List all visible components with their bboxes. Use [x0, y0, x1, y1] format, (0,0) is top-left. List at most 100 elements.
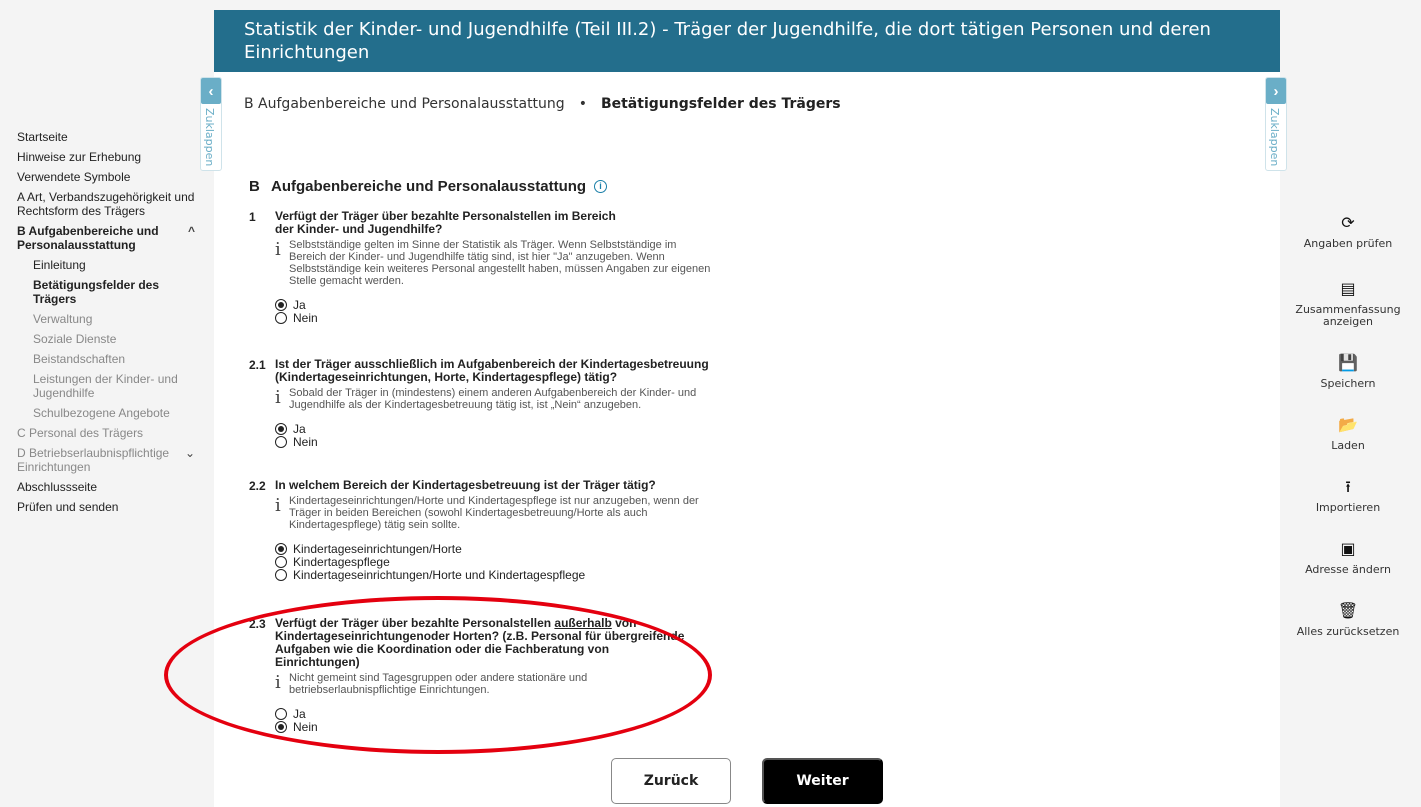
tool-label: Speichern — [1320, 377, 1376, 390]
chevron-right-icon[interactable]: › — [1266, 78, 1286, 104]
tool-label: Laden — [1331, 439, 1365, 452]
check-entries-button[interactable]: ⟳ Angaben prüfen — [1285, 214, 1411, 250]
radio-button[interactable] — [275, 423, 287, 435]
sidebar-nav: Startseite Hinweise zur Erhebung Verwend… — [0, 127, 205, 517]
show-summary-button[interactable]: ▤ Zusammenfassung anzeigen — [1285, 280, 1411, 328]
sidebar-item-einleitung[interactable]: Einleitung — [0, 255, 205, 275]
sidebar-item-section-a[interactable]: A Art, Verbandszugehörigkeit und Rechtsf… — [0, 187, 205, 221]
question-number: 1 — [249, 210, 256, 224]
tool-label: Alles zurücksetzen — [1296, 625, 1400, 638]
radio-button[interactable] — [275, 312, 287, 324]
hint-text: Selbstständige gelten im Sinne der Stati… — [289, 239, 711, 287]
chevron-left-icon[interactable]: ‹ — [201, 78, 221, 104]
breadcrumb-separator: • — [578, 96, 587, 112]
folder-icon: 📂 — [1338, 415, 1358, 434]
radio-option-beides[interactable]: Kindertageseinrichtungen/Horte und Kinde… — [275, 568, 755, 582]
form: B Aufgabenbereiche und Personalausstattu… — [249, 178, 769, 734]
radio-group: Ja Nein — [275, 422, 735, 449]
chevron-down-icon[interactable]: ⌄ — [185, 446, 195, 460]
question-number: 2.2 — [249, 479, 266, 493]
tool-label: Zusammenfassung anzeigen — [1295, 303, 1401, 328]
question-hint: i Sobald der Träger in (mindestens) eine… — [275, 387, 715, 411]
sidebar-item-hinweise[interactable]: Hinweise zur Erhebung — [0, 147, 205, 167]
radio-option-ja[interactable]: Ja — [275, 707, 695, 721]
radio-option-kindertagespflege[interactable]: Kindertagespflege — [275, 555, 755, 569]
app: Statistik der Kinder- und Jugendhilfe (T… — [0, 0, 1421, 807]
sidebar-item-betaetigungsfelder[interactable]: Betätigungsfelder des Trägers — [0, 275, 205, 309]
chevron-up-icon[interactable]: ^ — [188, 224, 195, 238]
radio-option-ja[interactable]: Ja — [275, 422, 735, 436]
radio-button[interactable] — [275, 436, 287, 448]
reset-all-button[interactable]: 🗑 Alles zurücksetzen — [1285, 602, 1411, 638]
import-button[interactable]: ⭱ Importieren — [1285, 478, 1411, 514]
hint-text: Kindertageseinrichtungen/Horte und Kinde… — [289, 495, 699, 531]
radio-button[interactable] — [275, 299, 287, 311]
sidebar-item-abschlussseite[interactable]: Abschlussseite — [0, 477, 205, 497]
trash-icon: 🗑 — [1337, 601, 1359, 620]
radio-group: Kindertageseinrichtungen/Horte Kindertag… — [275, 542, 755, 582]
section-letter: B — [249, 178, 260, 195]
question-2-1: 2.1 Ist der Träger ausschließlich im Auf… — [249, 358, 735, 450]
address-card-icon: ▣ — [1340, 539, 1356, 558]
tool-label: Importieren — [1315, 501, 1381, 514]
sidebar-item-schulbezogene[interactable]: Schulbezogene Angebote — [0, 403, 205, 423]
change-address-button[interactable]: ▣ Adresse ändern — [1285, 540, 1411, 576]
radio-label: Ja — [293, 707, 306, 721]
radio-option-nein[interactable]: Nein — [275, 435, 735, 449]
radio-option-kita-horte[interactable]: Kindertageseinrichtungen/Horte — [275, 542, 755, 556]
radio-button[interactable] — [275, 543, 287, 555]
load-button[interactable]: 📂 Laden — [1285, 416, 1411, 452]
question-text: In welchem Bereich der Kindertagesbetreu… — [275, 478, 656, 492]
sidebar-item-pruefen-senden[interactable]: Prüfen und senden — [0, 497, 205, 517]
radio-button[interactable] — [275, 721, 287, 733]
question-hint: i Nicht gemeint sind Tagesgruppen oder a… — [275, 672, 635, 696]
question-text: Verfügt der Träger über bezahlte Persona… — [275, 209, 616, 236]
radio-button[interactable] — [275, 556, 287, 568]
collapse-right-toggle[interactable]: › Zuklappen — [1265, 77, 1287, 172]
sidebar-item-symbole[interactable]: Verwendete Symbole — [0, 167, 205, 187]
radio-option-nein[interactable]: Nein — [275, 311, 715, 325]
info-icon[interactable]: i — [594, 180, 608, 193]
breadcrumb: B Aufgabenbereiche und Personalausstattu… — [244, 96, 841, 112]
sidebar-item-label: D Betriebserlaubnispflichtige Einrichtun… — [17, 446, 170, 474]
question-hint: i Kindertageseinrichtungen/Horte und Kin… — [275, 495, 715, 531]
upload-icon: ⭱ — [1345, 477, 1351, 496]
hint-icon: i — [275, 495, 281, 516]
radio-button[interactable] — [275, 569, 287, 581]
save-button[interactable]: 💾 Speichern — [1285, 354, 1411, 390]
radio-label: Nein — [293, 720, 318, 734]
hint-icon: i — [275, 672, 281, 693]
sidebar-item-leistungen[interactable]: Leistungen der Kinder- und Jugendhilfe — [0, 369, 205, 403]
hint-text: Nicht gemeint sind Tagesgruppen oder and… — [289, 672, 588, 696]
section-heading: B Aufgabenbereiche und Personalausstattu… — [249, 178, 769, 195]
hint-icon: i — [275, 239, 281, 260]
radio-label: Ja — [293, 298, 306, 312]
sidebar-item-verwaltung[interactable]: Verwaltung — [0, 309, 205, 329]
sidebar-item-soziale-dienste[interactable]: Soziale Dienste — [0, 329, 205, 349]
sidebar-item-section-d[interactable]: D Betriebserlaubnispflichtige Einrichtun… — [0, 443, 205, 477]
radio-option-nein[interactable]: Nein — [275, 720, 695, 734]
radio-option-ja[interactable]: Ja — [275, 298, 715, 312]
question-text: Verfügt der Träger über bezahlte Persona… — [275, 617, 695, 669]
check-cycle-icon: ⟳ — [1341, 213, 1355, 232]
breadcrumb-parent[interactable]: B Aufgabenbereiche und Personalausstattu… — [244, 96, 565, 112]
next-button[interactable]: Weiter — [762, 758, 883, 804]
save-icon: 💾 — [1338, 353, 1358, 372]
tool-label: Angaben prüfen — [1303, 237, 1393, 250]
page-title: Statistik der Kinder- und Jugendhilfe (T… — [244, 19, 1211, 63]
hint-text: Sobald der Träger in (mindestens) einem … — [289, 387, 697, 411]
back-button[interactable]: Zurück — [611, 758, 731, 804]
sidebar-item-startseite[interactable]: Startseite — [0, 127, 205, 147]
question-number: 2.1 — [249, 358, 266, 372]
sidebar-item-beistandschaften[interactable]: Beistandschaften — [0, 349, 205, 369]
radio-label: Kindertageseinrichtungen/Horte — [293, 542, 462, 556]
collapse-right-label[interactable]: Zuklappen — [1266, 104, 1283, 170]
question-text-part: Verfügt der Träger über bezahlte Persona… — [275, 616, 555, 630]
sidebar-item-section-c[interactable]: C Personal des Trägers — [0, 423, 205, 443]
section-title: Aufgabenbereiche und Personalausstattung — [271, 178, 587, 195]
radio-label: Ja — [293, 422, 306, 436]
sidebar-item-section-b[interactable]: B Aufgabenbereiche und Personalausstattu… — [0, 221, 205, 255]
breadcrumb-current: Betätigungsfelder des Trägers — [600, 96, 841, 112]
page-header: Statistik der Kinder- und Jugendhilfe (T… — [214, 10, 1280, 72]
radio-button[interactable] — [275, 708, 287, 720]
